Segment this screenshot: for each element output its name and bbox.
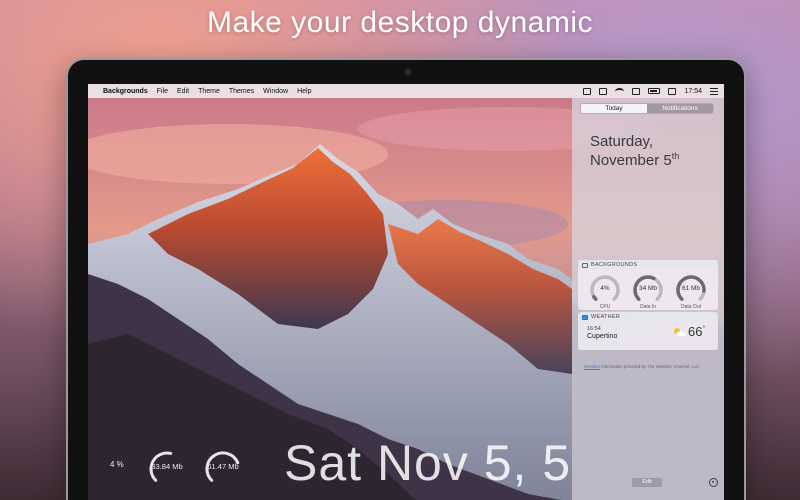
- weather-time: 16:54: [587, 326, 601, 332]
- data-out-gauge: 61 Mb Data Out: [673, 273, 709, 310]
- weather-temperature: 66°: [688, 324, 705, 339]
- nc-date-suffix: th: [671, 151, 680, 161]
- weather-temp-value: 66: [688, 324, 703, 339]
- screen: Backgrounds File Edit Theme Themes Windo…: [88, 84, 724, 500]
- volume-icon[interactable]: [599, 87, 608, 95]
- backgrounds-app-icon: [582, 262, 588, 268]
- weather-city: Cupertino: [587, 333, 618, 340]
- weather-credit-link[interactable]: Weather: [584, 364, 600, 369]
- menu-themes[interactable]: Themes: [229, 88, 254, 95]
- partly-sunny-icon: [674, 328, 686, 337]
- nc-tab-bar: Today Notifications: [580, 103, 714, 114]
- backgrounds-widget-header: BACKGROUNDS: [578, 260, 718, 270]
- nc-day: Saturday,: [590, 133, 654, 150]
- gear-icon[interactable]: [709, 478, 718, 487]
- desktop-data-in-gauge: 33.84 Mb: [146, 448, 188, 490]
- menu-file[interactable]: File: [157, 88, 168, 95]
- menu-theme[interactable]: Theme: [198, 88, 220, 95]
- notification-center-icon[interactable]: [710, 87, 718, 95]
- headline: Make your desktop dynamic: [206, 6, 593, 39]
- nc-date-text: November 5: [590, 152, 672, 169]
- menubar-clock[interactable]: 17:54: [684, 88, 702, 95]
- airplay-icon[interactable]: [632, 87, 641, 95]
- weather-credit-text: information provided by The Weather Chan…: [600, 364, 701, 369]
- laptop-frame: Backgrounds File Edit Theme Themes Windo…: [66, 58, 746, 500]
- weather-widget[interactable]: WEATHER 16:54 Cupertino 66°: [578, 312, 718, 350]
- weather-app-icon: [582, 314, 588, 320]
- weather-credit: Weather information provided by The Weat…: [584, 364, 701, 369]
- flag-icon[interactable]: [668, 87, 677, 95]
- menu-window[interactable]: Window: [263, 88, 288, 95]
- data-out-gauge-caption: Data Out: [680, 304, 701, 310]
- cpu-gauge-caption: CPU: [599, 304, 611, 310]
- desktop-data-in-value: 33.84 Mb: [151, 462, 183, 471]
- tab-notifications[interactable]: Notifications: [647, 104, 713, 113]
- cpu-gauge-value: 4%: [600, 285, 610, 292]
- menu-bar: Backgrounds File Edit Theme Themes Windo…: [88, 84, 724, 98]
- weather-temp-unit: °: [702, 325, 706, 333]
- weather-widget-title: WEATHER: [591, 314, 621, 320]
- cpu-gauge: 4% CPU: [587, 273, 623, 310]
- weather-widget-header: WEATHER: [578, 312, 718, 322]
- desktop-date-clock: Sat Nov 5, 5: [284, 435, 572, 491]
- camera: [405, 69, 411, 75]
- edit-button[interactable]: Edit: [632, 478, 662, 487]
- backgrounds-widget[interactable]: BACKGROUNDS 4% CPU 34 Mb Data In 61 Mb D…: [578, 260, 718, 310]
- data-in-gauge-caption: Data In: [639, 304, 657, 310]
- desktop-data-out-value: 61.47 Mb: [207, 462, 239, 471]
- desktop-cpu-label: 4 %: [110, 460, 124, 469]
- desktop-data-out-gauge: 61.47 Mb: [202, 448, 244, 490]
- tab-today[interactable]: Today: [581, 104, 647, 113]
- status-app-icon[interactable]: [583, 87, 592, 95]
- notification-center: Today Notifications Saturday, November 5…: [572, 98, 724, 500]
- menu-edit[interactable]: Edit: [177, 88, 189, 95]
- menu-help[interactable]: Help: [297, 88, 311, 95]
- menu-app-name[interactable]: Backgrounds: [103, 88, 148, 95]
- data-out-gauge-value: 61 Mb: [681, 285, 701, 292]
- wifi-icon[interactable]: [615, 87, 625, 95]
- backgrounds-widget-title: BACKGROUNDS: [591, 262, 638, 268]
- data-in-gauge: 34 Mb Data In: [630, 273, 666, 310]
- battery-icon[interactable]: [648, 88, 661, 94]
- nc-date: November 5th: [590, 151, 679, 169]
- data-in-gauge-value: 34 Mb: [638, 285, 658, 292]
